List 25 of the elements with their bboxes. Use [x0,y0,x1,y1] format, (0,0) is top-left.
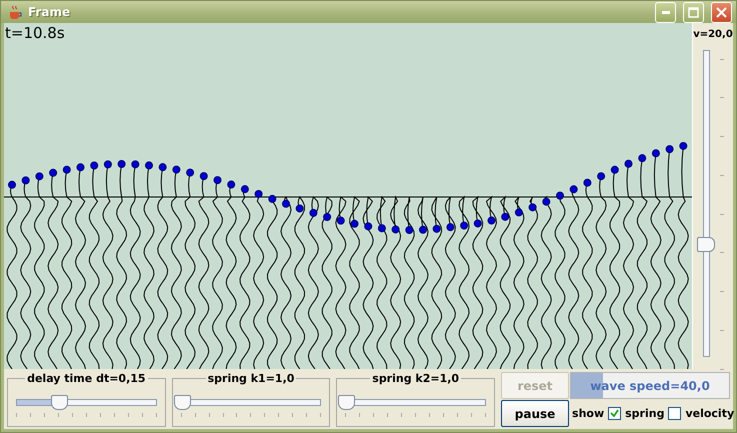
maximize-icon [688,6,699,18]
check-icon [610,409,620,418]
close-icon [716,6,727,18]
checkbox[interactable] [668,407,682,420]
slider-label: spring k2=1,0 [371,372,460,385]
velocity-label: v=20,0 [693,29,733,40]
time-label: t=10.8s [5,24,65,42]
window-title: Frame [28,5,72,19]
slider-label: spring k1=1,0 [206,372,296,385]
velocity-slider-thumb[interactable] [697,237,715,252]
coffee-cup-icon [7,4,23,20]
checkbox-label: velocity [685,407,734,420]
minimize-icon [662,10,670,14]
checkbox-label: spring [625,407,664,420]
slider-thumb[interactable] [338,394,356,410]
close-button[interactable] [711,2,732,22]
slider-thumb[interactable] [174,394,191,410]
pause-button[interactable]: pause [501,400,570,427]
slider-thumb[interactable] [51,394,68,410]
show-label: show [572,407,604,420]
wave-speed-label: wave speed=40,0 [590,378,710,392]
maximize-button[interactable] [683,2,704,22]
slider-label: delay time dt=0,15 [26,372,147,385]
checkbox[interactable] [608,407,622,420]
minimize-button[interactable] [655,2,676,22]
